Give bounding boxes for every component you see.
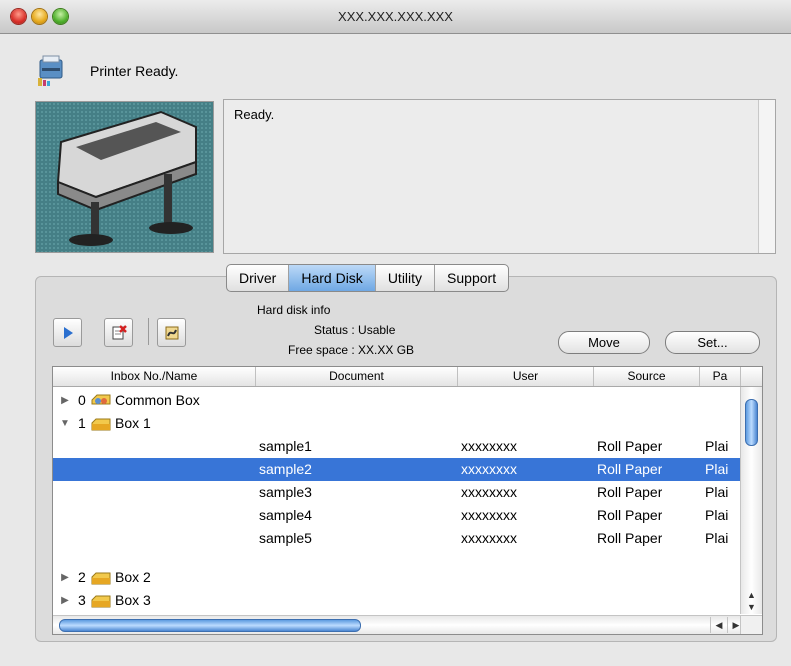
printer-status-window: XXX.XXX.XXX.XXX Printer Ready. Ready. Dr… <box>0 0 791 666</box>
table-row[interactable]: sample1 xxxxxxxx Roll Paper Plai <box>53 435 740 458</box>
vertical-scroll-thumb[interactable] <box>745 399 758 446</box>
hard-disk-status: Status : Usable <box>314 323 396 337</box>
job-table: Inbox No./Name Document User Source Pa ▶… <box>52 366 763 635</box>
horizontal-scroll-thumb[interactable] <box>59 619 361 632</box>
column-header-paper[interactable]: Pa <box>700 367 741 386</box>
document-name: sample1 <box>259 438 312 454</box>
box-name: Common Box <box>115 392 200 408</box>
box-name: Box 3 <box>115 592 151 608</box>
document-name: sample5 <box>259 530 312 546</box>
tab-support[interactable]: Support <box>435 265 508 291</box>
scroll-up-arrow-icon[interactable]: ▲ <box>741 589 762 601</box>
column-header-inbox[interactable]: Inbox No./Name <box>53 367 256 386</box>
scroll-down-arrow-icon[interactable]: ▼ <box>741 601 762 613</box>
disclosure-triangle-icon[interactable]: ▶ <box>59 389 71 412</box>
document-paper: Plai <box>705 530 729 546</box>
table-header: Inbox No./Name Document User Source Pa <box>53 367 762 387</box>
horizontal-scrollbar[interactable]: ◀ ▶ <box>53 615 762 634</box>
table-row[interactable]: ▶ 3 Box 3 <box>53 589 740 612</box>
document-user: xxxxxxxx <box>461 530 517 546</box>
tab-bar: Driver Hard Disk Utility Support <box>226 264 510 292</box>
document-user: xxxxxxxx <box>461 438 517 454</box>
tab-driver[interactable]: Driver <box>227 265 290 291</box>
printer-status-icon <box>34 54 68 88</box>
box-number: 2 <box>78 569 86 585</box>
table-row[interactable]: sample5 xxxxxxxx Roll Paper Plai <box>53 527 740 550</box>
box-icon <box>91 593 111 616</box>
status-message-box: Ready. <box>223 99 776 254</box>
status-title: Printer Ready. <box>90 63 179 79</box>
table-row[interactable]: ▼ 1 Box 1 <box>53 412 740 435</box>
box-number: 0 <box>78 392 86 408</box>
delete-button[interactable] <box>104 318 133 347</box>
column-header-source[interactable]: Source <box>594 367 700 386</box>
set-button[interactable]: Set... <box>665 331 760 354</box>
disclosure-triangle-expanded-icon[interactable]: ▼ <box>59 412 71 435</box>
document-user: xxxxxxxx <box>461 507 517 523</box>
hard-disk-info-title: Hard disk info <box>257 303 331 317</box>
play-icon <box>63 326 73 339</box>
document-user: xxxxxxxx <box>461 484 517 500</box>
box-name: Box 1 <box>115 415 151 431</box>
document-name: sample3 <box>259 484 312 500</box>
document-user: xxxxxxxx <box>461 461 517 477</box>
box-number: 1 <box>78 415 86 431</box>
message-scrollbar[interactable] <box>758 100 775 253</box>
document-name: sample4 <box>259 507 312 523</box>
box-number: 3 <box>78 592 86 608</box>
document-paper: Plai <box>705 438 729 454</box>
hard-disk-free-space: Free space : XX.XX GB <box>288 343 415 357</box>
move-button[interactable]: Move <box>558 331 650 354</box>
document-source: Roll Paper <box>597 507 663 523</box>
job-log-button[interactable] <box>157 318 186 347</box>
document-source: Roll Paper <box>597 530 663 546</box>
tab-hard-disk[interactable]: Hard Disk <box>289 265 376 291</box>
box-name: Box 2 <box>115 569 151 585</box>
document-paper: Plai <box>705 507 729 523</box>
document-source: Roll Paper <box>597 438 663 454</box>
title-bar[interactable]: XXX.XXX.XXX.XXX <box>0 0 791 34</box>
job-log-icon <box>165 326 178 339</box>
vertical-scrollbar[interactable]: ▲ ▼ <box>740 387 762 614</box>
column-header-user[interactable]: User <box>458 367 594 386</box>
document-source: Roll Paper <box>597 484 663 500</box>
scroll-corner <box>740 615 762 634</box>
scroll-left-arrow-icon[interactable]: ◀ <box>710 617 727 633</box>
table-row[interactable]: ▶ 2 Box 2 <box>53 566 740 589</box>
document-paper: Plai <box>705 461 729 477</box>
table-row-selected[interactable]: sample2 xxxxxxxx Roll Paper Plai <box>53 458 740 481</box>
disclosure-triangle-icon[interactable]: ▶ <box>59 589 71 612</box>
document-name: sample2 <box>259 461 312 477</box>
printer-image <box>35 101 214 253</box>
print-button[interactable] <box>53 318 82 347</box>
horizontal-scroll-arrows: ◀ ▶ <box>710 617 744 633</box>
status-message: Ready. <box>234 107 275 122</box>
delete-document-icon <box>112 324 127 339</box>
document-source: Roll Paper <box>597 461 663 477</box>
table-row[interactable]: sample4 xxxxxxxx Roll Paper Plai <box>53 504 740 527</box>
document-paper: Plai <box>705 484 729 500</box>
window-title: XXX.XXX.XXX.XXX <box>338 9 453 24</box>
table-row[interactable]: sample3 xxxxxxxx Roll Paper Plai <box>53 481 740 504</box>
tab-utility[interactable]: Utility <box>376 265 436 291</box>
toolbar-separator <box>148 318 149 345</box>
disclosure-triangle-icon[interactable]: ▶ <box>59 566 71 589</box>
table-row[interactable]: ▶ 0 Common Box <box>53 389 740 412</box>
column-header-document[interactable]: Document <box>256 367 458 386</box>
